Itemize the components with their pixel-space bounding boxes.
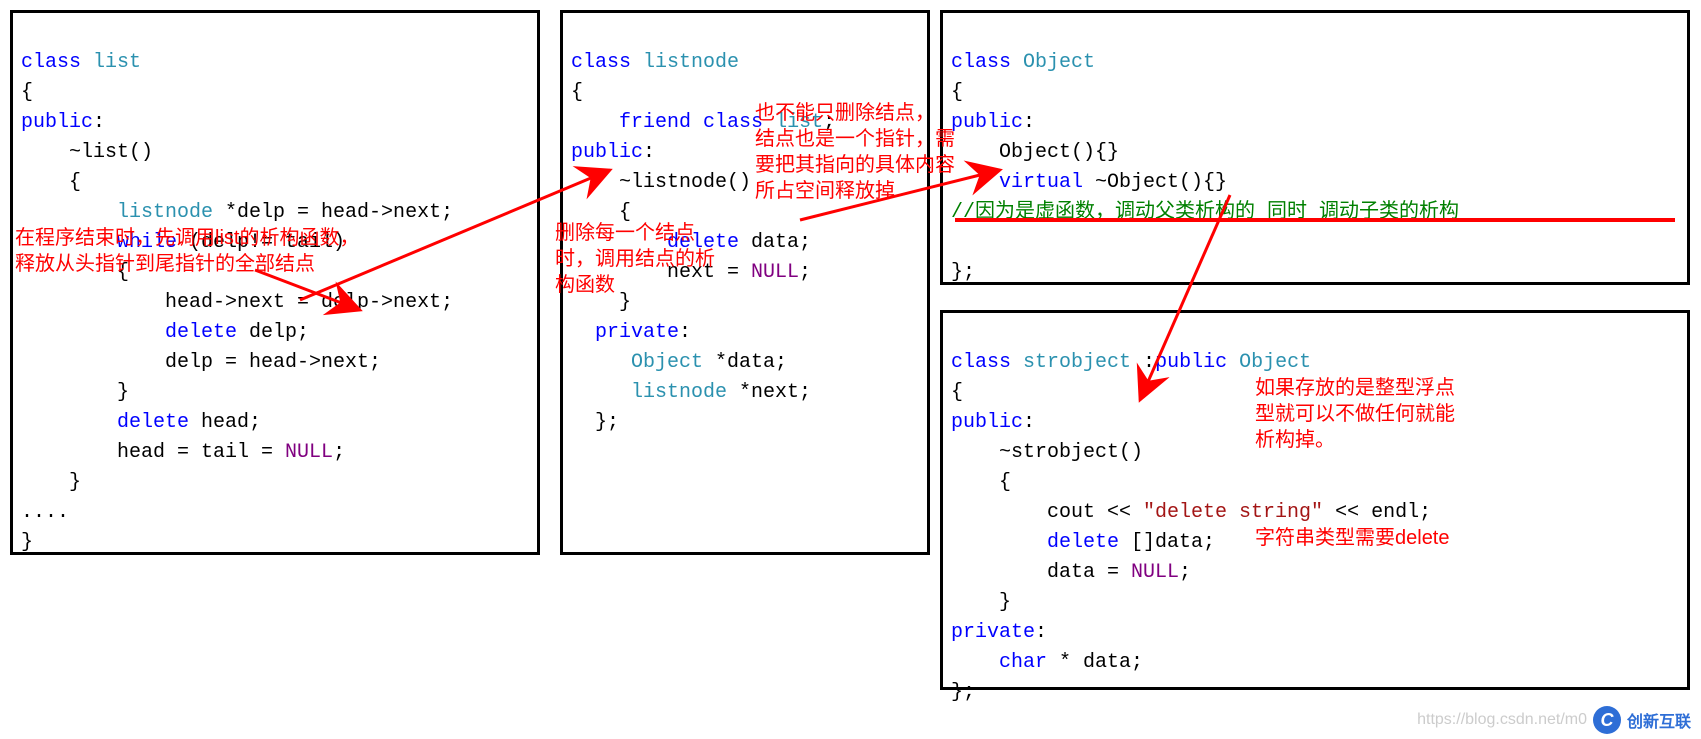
- typename: Object: [631, 351, 703, 374]
- code: }: [21, 381, 129, 404]
- code: :: [93, 111, 105, 134]
- kw: char: [999, 651, 1047, 674]
- kw: NULL: [751, 261, 799, 284]
- kw: delete: [117, 411, 189, 434]
- code: {: [21, 171, 81, 194]
- code-panel-strobject: class strobject :public Object { public:…: [940, 310, 1690, 690]
- kw: public: [571, 141, 643, 164]
- typename: list: [81, 51, 141, 74]
- code: data =: [951, 561, 1131, 584]
- code-panel-list: class list { public: ~list() { listnode …: [10, 10, 540, 555]
- watermark: https://blog.csdn.net/m0 C 创新互联: [1417, 706, 1691, 734]
- kw: public: [1155, 351, 1227, 374]
- code: * data;: [1047, 651, 1143, 674]
- code: };: [951, 681, 975, 704]
- code: {: [951, 471, 1011, 494]
- kw: class: [21, 51, 81, 74]
- code: ;: [799, 261, 811, 284]
- string: "delete string": [1143, 501, 1323, 524]
- code: :: [643, 141, 655, 164]
- code: }: [951, 591, 1011, 614]
- code: ~strobject(): [951, 441, 1143, 464]
- code: [21, 201, 117, 224]
- kw: friend: [619, 111, 691, 134]
- kw: NULL: [285, 441, 333, 464]
- code: [951, 651, 999, 674]
- code: }: [21, 471, 81, 494]
- code: [571, 321, 595, 344]
- kw: delete: [1047, 531, 1119, 554]
- code: {: [21, 81, 33, 104]
- code: ~listnode(): [571, 171, 751, 194]
- watermark-brand: 创新互联: [1627, 708, 1691, 732]
- kw: private: [595, 321, 679, 344]
- annotation-list-destructor: 在程序结束时，先调用list的析构函数， 释放从头指针到尾指针的全部结点: [15, 225, 359, 277]
- watermark-url: https://blog.csdn.net/m0: [1417, 711, 1587, 729]
- kw: public: [951, 111, 1023, 134]
- annotation-delete-data: 也不能只删除结点， 结点也是一个指针，需 要把其指向的具体内容 所占空间释放掉: [755, 100, 955, 204]
- typename: strobject: [1011, 351, 1131, 374]
- code: [21, 321, 165, 344]
- kw: class: [571, 51, 631, 74]
- watermark-logo-icon: C: [1593, 706, 1621, 734]
- code: head;: [189, 411, 261, 434]
- typename: listnode: [117, 201, 213, 224]
- code: };: [951, 261, 975, 284]
- annotation-string-delete: 字符串类型需要delete: [1255, 525, 1450, 551]
- code: };: [571, 411, 619, 434]
- code: << endl;: [1323, 501, 1431, 524]
- code: *data;: [703, 351, 787, 374]
- typename: listnode: [631, 381, 727, 404]
- code: head->next = delp->next;: [21, 291, 453, 314]
- code: [571, 111, 619, 134]
- code: ~Object(){}: [1083, 171, 1227, 194]
- code: :: [1023, 411, 1035, 434]
- code: ;: [1179, 561, 1191, 584]
- underline: [955, 218, 1675, 222]
- code: [571, 351, 631, 374]
- kw: private: [951, 621, 1035, 644]
- typename: Object: [1239, 351, 1311, 374]
- kw: delete: [165, 321, 237, 344]
- code-panel-object: class Object { public: Object(){} virtua…: [940, 10, 1690, 285]
- code: :: [1023, 111, 1035, 134]
- code: head = tail =: [21, 441, 285, 464]
- annotation-trivial-types: 如果存放的是整型浮点 型就可以不做任何就能 析构掉。: [1255, 375, 1455, 453]
- code: []data;: [1119, 531, 1215, 554]
- code: }: [21, 531, 33, 554]
- code: [1227, 351, 1239, 374]
- code: {: [951, 381, 963, 404]
- code: *next;: [727, 381, 811, 404]
- code: *delp = head->next;: [213, 201, 453, 224]
- annotation-node-destructor: 删除每一个结点 时，调用结点的析 构函数: [555, 220, 715, 298]
- code: [691, 111, 703, 134]
- code: delp;: [237, 321, 309, 344]
- code: Object(){}: [951, 141, 1119, 164]
- code: ~list(): [21, 141, 153, 164]
- kw: public: [21, 111, 93, 134]
- kw: NULL: [1131, 561, 1179, 584]
- code: :: [679, 321, 691, 344]
- code: [571, 381, 631, 404]
- code: :: [1035, 621, 1047, 644]
- code: [951, 171, 999, 194]
- kw: virtual: [999, 171, 1083, 194]
- typename: Object: [1011, 51, 1095, 74]
- kw: public: [951, 411, 1023, 434]
- code: data;: [739, 231, 811, 254]
- code: [21, 411, 117, 434]
- kw: class: [951, 51, 1011, 74]
- code: :: [1131, 351, 1155, 374]
- code: ....: [21, 501, 69, 524]
- kw: class: [951, 351, 1011, 374]
- code: {: [571, 81, 583, 104]
- code: delp = head->next;: [21, 351, 381, 374]
- code: cout <<: [951, 501, 1143, 524]
- typename: listnode: [631, 51, 739, 74]
- code: ;: [333, 441, 345, 464]
- code: [951, 531, 1047, 554]
